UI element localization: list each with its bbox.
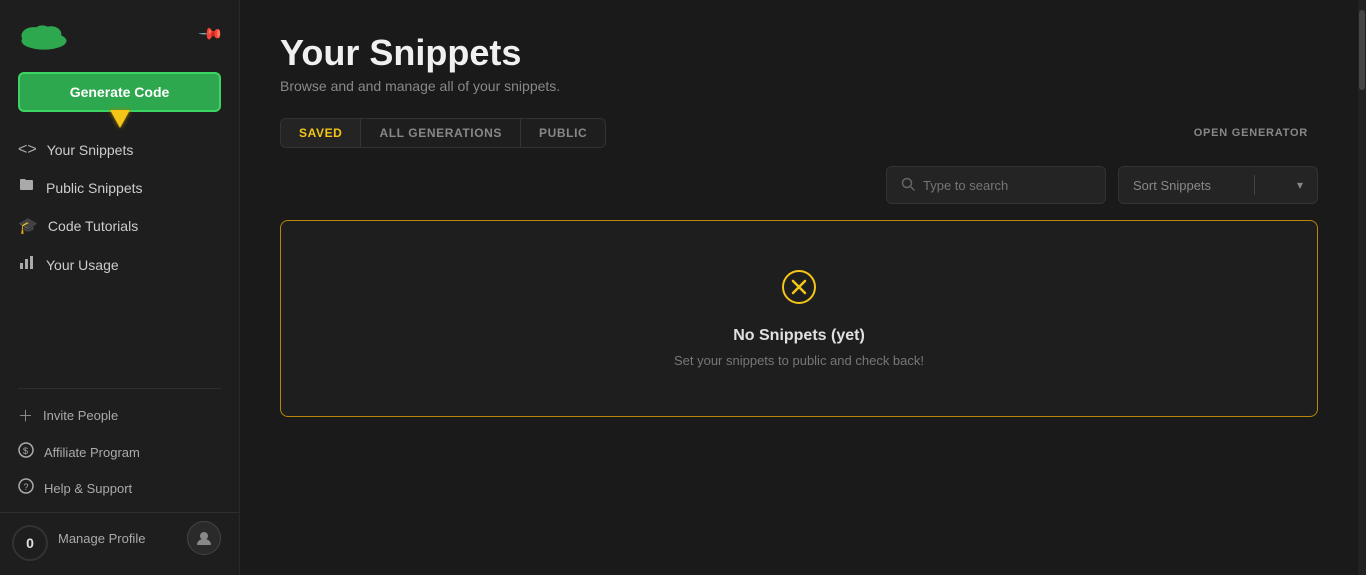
sidebar-item-help-support[interactable]: ? Help & Support <box>0 470 239 506</box>
graduation-icon: 🎓 <box>18 216 38 236</box>
tab-all-generations[interactable]: ALL GENERATIONS <box>361 119 521 147</box>
chevron-down-icon: ▾ <box>1297 178 1303 192</box>
tab-saved[interactable]: SAVED <box>281 119 361 147</box>
sort-label: Sort Snippets <box>1133 178 1211 193</box>
sidebar: 📌 Generate Code <> Your Snippets Public … <box>0 0 240 575</box>
question-icon: ? <box>18 478 34 498</box>
tabs-row: SAVED ALL GENERATIONS PUBLIC OPEN GENERA… <box>280 118 1318 148</box>
sidebar-item-code-tutorials[interactable]: 🎓 Code Tutorials <box>0 207 239 245</box>
cursor-arrow-icon <box>110 110 130 128</box>
sort-box[interactable]: Sort Snippets ▾ <box>1118 166 1318 204</box>
main-content: Your Snippets Browse and and manage all … <box>240 0 1358 575</box>
plus-icon: ＋ <box>18 405 33 426</box>
empty-state-subtitle: Set your snippets to public and check ba… <box>674 353 924 368</box>
page-title: Your Snippets <box>280 32 1318 74</box>
sidebar-item-affiliate-program[interactable]: $ Affiliate Program <box>0 434 239 470</box>
sidebar-item-label: Your Snippets <box>47 142 134 158</box>
scrollbar-track <box>1358 0 1366 575</box>
search-input[interactable] <box>923 178 1091 193</box>
pin-icon[interactable]: 📌 <box>197 20 225 48</box>
tabs: SAVED ALL GENERATIONS PUBLIC <box>280 118 606 148</box>
generate-code-button[interactable]: Generate Code <box>18 72 221 112</box>
code-icon: <> <box>18 141 37 159</box>
svg-text:$: $ <box>23 446 28 456</box>
search-icon <box>901 177 915 194</box>
nav-section: <> Your Snippets Public Snippets 🎓 Code … <box>0 126 239 290</box>
notification-badge: 0 <box>12 525 48 561</box>
sidebar-bottom: ＋ Invite People $ Affiliate Program ? He… <box>0 370 239 575</box>
sidebar-item-invite-people[interactable]: ＋ Invite People <box>0 397 239 434</box>
sidebar-item-label: Public Snippets <box>46 180 143 196</box>
sort-divider <box>1254 175 1255 195</box>
sidebar-divider <box>18 388 221 389</box>
page-subtitle: Browse and and manage all of your snippe… <box>280 78 1318 94</box>
sidebar-item-label: Invite People <box>43 408 118 423</box>
tab-public[interactable]: PUBLIC <box>521 119 605 147</box>
logo-icon <box>18 16 70 52</box>
sidebar-item-label: Help & Support <box>44 481 132 496</box>
open-generator-button[interactable]: OPEN GENERATOR <box>1184 121 1318 145</box>
sidebar-item-label: Affiliate Program <box>44 445 140 460</box>
sidebar-item-label: Code Tutorials <box>48 218 138 234</box>
sidebar-item-label: Your Usage <box>46 257 119 273</box>
sidebar-item-public-snippets[interactable]: Public Snippets <box>0 168 239 207</box>
folder-icon <box>18 177 36 198</box>
sidebar-item-your-snippets[interactable]: <> Your Snippets <box>0 132 239 168</box>
empty-state-title: No Snippets (yet) <box>733 327 865 345</box>
profile-row: 0 Manage Profile <box>0 512 239 563</box>
dollar-icon: $ <box>18 442 34 462</box>
avatar[interactable] <box>187 521 221 555</box>
search-sort-row: Sort Snippets ▾ <box>280 166 1318 204</box>
empty-state-card: No Snippets (yet) Set your snippets to p… <box>280 220 1318 417</box>
sidebar-header: 📌 <box>0 0 239 64</box>
svg-text:?: ? <box>24 482 29 492</box>
empty-state-icon <box>781 269 817 313</box>
bar-chart-icon <box>18 254 36 275</box>
generate-btn-wrapper: Generate Code <box>0 64 239 126</box>
scrollbar-thumb[interactable] <box>1359 10 1365 90</box>
sidebar-item-your-usage[interactable]: Your Usage <box>0 245 239 284</box>
profile-label[interactable]: Manage Profile <box>58 531 145 546</box>
search-box <box>886 166 1106 204</box>
